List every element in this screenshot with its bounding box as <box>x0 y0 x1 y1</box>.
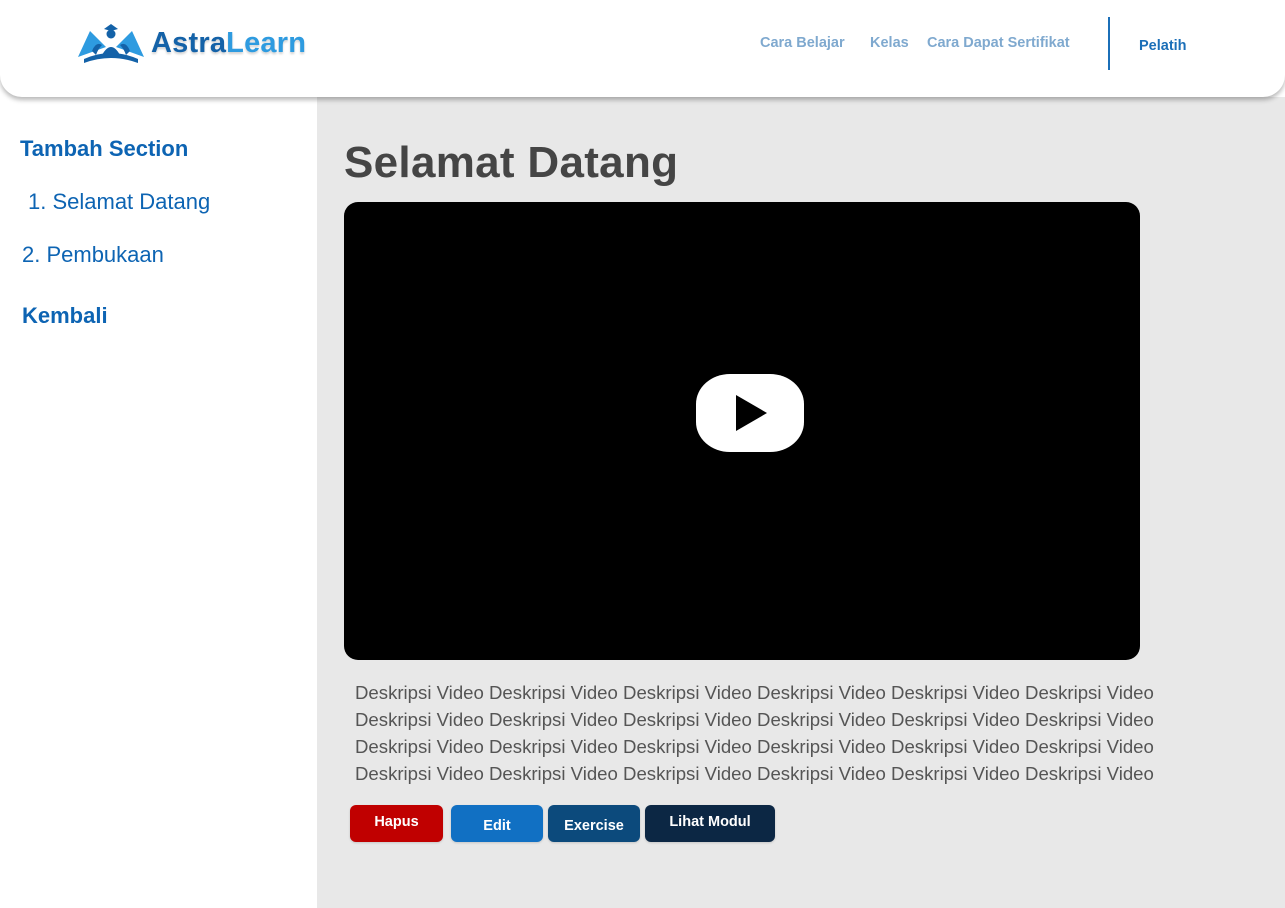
nav-link-cara-belajar[interactable]: Cara Belajar <box>760 35 845 51</box>
brand-name-part2: Learn <box>226 26 307 59</box>
sidebar-item-pembukaan[interactable]: 2. Pembukaan <box>22 242 164 268</box>
brand-name-part1: Astra <box>151 26 227 59</box>
brand-logo[interactable]: AstraLearn <box>76 20 306 66</box>
nav-link-cara-dapat-sertifikat[interactable]: Cara Dapat Sertifikat <box>927 35 1070 51</box>
top-header: AstraLearn Cara Belajar Kelas Cara Dapat… <box>0 0 1285 97</box>
back-link[interactable]: Kembali <box>22 303 108 329</box>
exercise-button[interactable]: Exercise <box>548 805 640 842</box>
play-button[interactable] <box>696 374 804 452</box>
nav-link-kelas[interactable]: Kelas <box>870 35 909 51</box>
astralearn-logo-icon <box>78 24 144 63</box>
brand-name: AstraLearn <box>151 27 306 60</box>
sidebar <box>0 97 317 908</box>
view-module-button[interactable]: Lihat Modul <box>645 805 775 842</box>
nav-divider <box>1108 17 1110 70</box>
sidebar-item-selamat-datang[interactable]: 1. Selamat Datang <box>28 189 210 215</box>
delete-button[interactable]: Hapus <box>350 805 443 842</box>
video-player[interactable] <box>344 202 1140 660</box>
add-section-link[interactable]: Tambah Section <box>20 136 188 162</box>
video-description: Deskripsi Video Deskripsi Video Deskrips… <box>355 682 1154 784</box>
play-icon <box>736 395 767 431</box>
nav-link-pelatih[interactable]: Pelatih <box>1139 38 1187 54</box>
page-title: Selamat Datang <box>344 138 679 187</box>
edit-button[interactable]: Edit <box>451 805 543 842</box>
